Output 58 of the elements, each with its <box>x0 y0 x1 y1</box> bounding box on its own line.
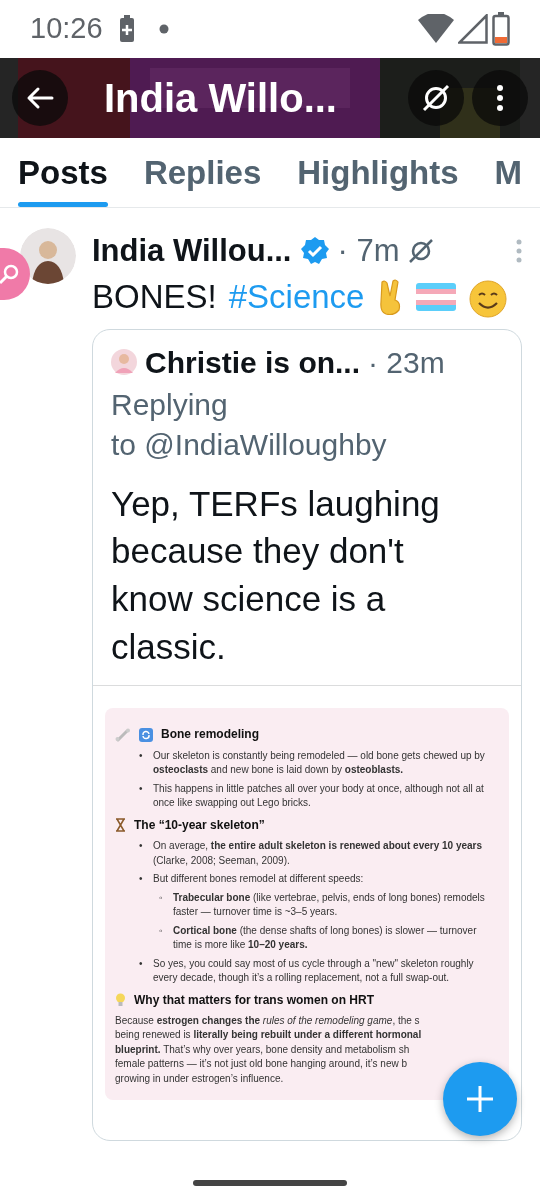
slashed-circle-icon <box>407 238 434 265</box>
profile-title: India Willo... <box>104 75 337 122</box>
dot-icon <box>158 24 169 34</box>
transgender-flag-icon <box>416 280 457 313</box>
bullet-icon: • <box>139 839 153 869</box>
tab[interactable]: Replies <box>143 138 262 207</box>
bullet-icon: ◦ <box>159 923 173 953</box>
battery-charging-icon <box>118 15 135 43</box>
smiling-face-icon <box>468 278 509 319</box>
bullet-text: Our skeleton is constantly being remodeled — old bone gets chewed up by osteoclasts and new bone is laid down by osteoblasts. <box>153 748 486 778</box>
bullet-text: So yes, you could say most of us cycle through a "new" skeleton roughly every decade, though it’s a rolling replacement, not a full swap-out. <box>153 956 475 986</box>
bullet-text: Trabecular bone (like vertebrae, pelvis, ends of long bones) remodels faster — turnover time is ~3–5 years. <box>173 890 486 920</box>
section-heading: Why that matters for trans women on HRT <box>134 991 375 1009</box>
bullet-text: On average, the entire adult skeleton is renewed about every 10 years (Clarke, 2008; Seeman, 2009). <box>153 839 484 868</box>
paragraph-line: growing in under estrogen’s influence. <box>115 1071 285 1086</box>
bullet-icon: ◦ <box>159 890 173 920</box>
post-time: · 23m <box>368 344 445 381</box>
compose-button[interactable] <box>443 1062 517 1136</box>
paragraph-line: blueprint. That’s why over years, bone density and metabolism sh <box>115 1042 411 1057</box>
bullet-text: Cortical bone (the dense shafts of long bones) is slower — turnover time is more like 10–20 years. <box>173 923 478 953</box>
post-text: BONES! <box>92 276 217 317</box>
bullet-icon: • <box>139 956 153 986</box>
tab[interactable]: M <box>494 138 523 207</box>
avatar <box>111 349 137 375</box>
more-icon[interactable] <box>516 239 522 264</box>
paragraph-line: being renewed is literally being rebuilt under a different hormonal <box>115 1028 423 1043</box>
replying-handle: to @IndiaWilloughby <box>111 427 388 463</box>
refresh-icon <box>139 727 153 742</box>
post-time: · 7m <box>337 232 400 270</box>
bone-icon <box>115 727 131 742</box>
search-button[interactable] <box>0 248 30 300</box>
bullet-icon: • <box>139 781 153 811</box>
paragraph-line: Because estrogen changes the rules of the remodeling game, the s <box>115 1013 421 1028</box>
author-name: India Willou... <box>92 232 292 270</box>
hourglass-icon <box>115 818 126 833</box>
battery-low-icon <box>492 12 510 46</box>
bullet-icon: • <box>139 748 153 778</box>
section-heading: The “10-year skeleton” <box>134 816 265 834</box>
section-heading: Bone remodeling <box>161 726 259 744</box>
avatar <box>20 228 76 284</box>
quote-text: Yep, TERFs laughing because they don't know science is a classic. <box>111 482 441 669</box>
slashed-circle-icon <box>421 83 451 113</box>
replying-label: Replying <box>111 386 229 423</box>
bullet-icon: • <box>139 872 153 887</box>
bullet-text: But different bones remodel at different speeds: <box>153 872 364 887</box>
signal-icon <box>458 14 488 44</box>
more-icon <box>496 84 504 112</box>
bullet-text: This happens in little patches all over your body at once, although not all at once like swapping out Lego bricks. <box>153 781 485 811</box>
tab[interactable]: Highlights <box>297 138 459 207</box>
tab[interactable]: Posts <box>18 138 108 207</box>
wifi-icon <box>418 14 454 44</box>
status-time: 10:26 <box>30 11 103 47</box>
paragraph-line: female patterns — it’s not just old bone hanging around, it’s new b <box>115 1057 409 1072</box>
search-icon <box>0 263 20 285</box>
back-arrow-icon <box>26 86 54 110</box>
author-name: Christie is on... <box>145 344 361 381</box>
lightbulb-icon <box>115 993 126 1008</box>
plus-icon <box>465 1084 495 1114</box>
